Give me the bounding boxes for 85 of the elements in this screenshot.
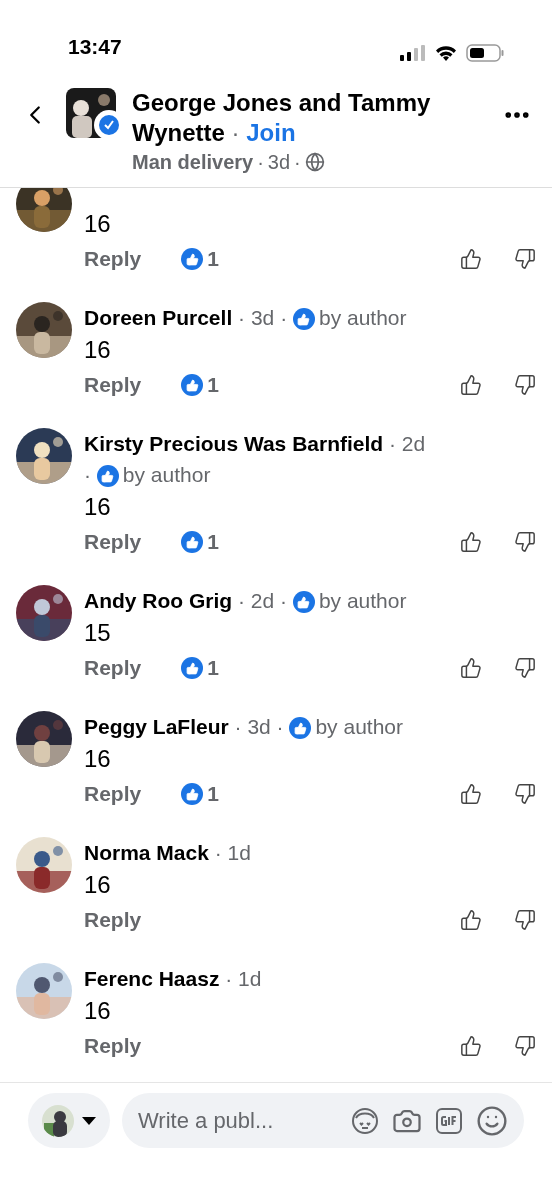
comment-time: 2d	[401, 432, 426, 455]
like-count: 1	[207, 529, 219, 556]
reply-button[interactable]: Reply	[84, 369, 142, 401]
like-badge-icon	[289, 717, 312, 740]
separator-dot: ·	[280, 589, 288, 612]
thumbs-up-icon[interactable]	[460, 783, 482, 805]
comment-text: 16	[84, 744, 112, 774]
comment-time: 2d	[250, 589, 275, 612]
thumbs-up-icon[interactable]	[460, 374, 482, 396]
gif-icon[interactable]	[434, 1105, 464, 1136]
thumbs-down-icon[interactable]	[514, 657, 536, 679]
commenter-name[interactable]: Peggy LaFleur	[84, 715, 229, 738]
commenter-name[interactable]: Kirsty Precious Was Barnfield	[84, 432, 384, 455]
comment-time: 3d	[250, 306, 275, 329]
reply-button[interactable]: Reply	[84, 904, 142, 936]
signal-icon	[400, 45, 426, 61]
like-badge-icon	[181, 657, 204, 679]
liked-by-author-label: by author	[318, 589, 407, 612]
liked-by-author-label: by author	[315, 715, 403, 738]
like-badge-icon	[181, 248, 204, 270]
like-badge-icon	[292, 308, 315, 331]
like-badge-icon	[96, 465, 119, 488]
thumbs-up-icon[interactable]	[460, 657, 482, 679]
comment-time: 3d	[247, 715, 271, 738]
comment-text: 16	[84, 870, 112, 900]
like-badge-icon	[292, 591, 315, 614]
like-badge-icon	[181, 783, 204, 805]
comment-time: 1d	[227, 841, 251, 864]
like-badge-icon	[181, 531, 204, 553]
separator-dot: ·	[389, 432, 396, 455]
status-time: 13:47	[68, 33, 122, 60]
separator-dot: ·	[214, 841, 222, 864]
commenter-name[interactable]: Norma Mack	[84, 841, 209, 864]
post-author[interactable]: Man delivery	[132, 148, 254, 176]
commenter-name[interactable]: Ferenc Haasz	[84, 967, 220, 990]
separator-dot: ·	[238, 306, 246, 329]
caret-icon	[82, 1116, 96, 1125]
like-count: 1	[207, 781, 219, 808]
comment-text: 16	[84, 492, 112, 522]
separator-dot: ·	[238, 589, 245, 612]
thumbs-down-icon[interactable]	[514, 783, 536, 805]
like-badge-icon	[181, 374, 204, 396]
comment-text: 16	[84, 209, 112, 239]
group-title[interactable]: George Jones and Tammy Wynette · Join	[132, 88, 494, 148]
reply-button[interactable]: Reply	[84, 652, 142, 684]
post-time: 3d	[267, 150, 291, 175]
like-count: 1	[207, 372, 219, 399]
join-link[interactable]: Join	[246, 119, 296, 146]
thumbs-up-icon[interactable]	[460, 909, 482, 931]
thumbs-down-icon[interactable]	[514, 248, 536, 270]
reply-button[interactable]: Reply	[84, 243, 142, 275]
thumbs-up-icon[interactable]	[460, 248, 482, 270]
separator-dot: ·	[225, 967, 233, 990]
liked-by-author-label: by author	[318, 306, 407, 329]
thumbs-up-icon[interactable]	[460, 531, 482, 553]
thumbs-down-icon[interactable]	[514, 1035, 536, 1057]
thumbs-up-icon[interactable]	[460, 1035, 482, 1057]
comment-field[interactable]: Write a publ...	[122, 1093, 524, 1148]
commenter-name[interactable]: Doreen Purcell	[84, 306, 233, 329]
like-count: 1	[207, 246, 219, 273]
comment-text: 16	[84, 996, 112, 1026]
reply-button[interactable]: Reply	[84, 778, 142, 810]
globe-icon	[304, 152, 325, 172]
reply-button[interactable]: Reply	[84, 1030, 142, 1062]
thumbs-down-icon[interactable]	[514, 531, 536, 553]
emoji-icon[interactable]	[476, 1104, 508, 1137]
separator-dot: ·	[276, 715, 284, 738]
reply-button[interactable]: Reply	[84, 526, 142, 558]
avatar-sticker-icon[interactable]	[350, 1105, 380, 1136]
comment-input[interactable]: Write a publ...	[138, 1104, 338, 1137]
commenter-name[interactable]: Andy Roo Grig	[84, 589, 233, 612]
separator-dot: ·	[294, 150, 301, 175]
thumbs-down-icon[interactable]	[514, 374, 536, 396]
battery-icon	[466, 44, 504, 62]
separator-dot: ·	[234, 715, 242, 738]
separator-dot: ·	[280, 306, 288, 329]
thumbs-down-icon[interactable]	[514, 909, 536, 931]
separator-dot: ·	[84, 463, 91, 486]
comment-text: 16	[84, 335, 112, 365]
comment-time: 1d	[238, 967, 262, 990]
like-count: 1	[207, 655, 219, 682]
comment-text: 15	[84, 618, 112, 648]
wifi-icon	[434, 44, 458, 62]
separator-dot: ·	[257, 150, 264, 175]
liked-by-author-label: by author	[122, 463, 211, 486]
